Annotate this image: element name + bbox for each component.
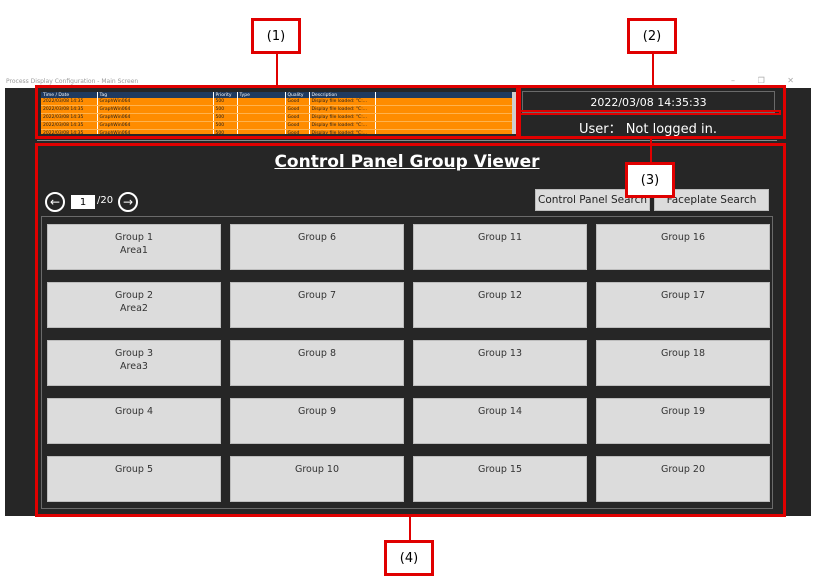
annotation-leader-4 bbox=[409, 516, 411, 540]
annotation-label-2: (2) bbox=[627, 18, 677, 54]
annotation-label-3: (3) bbox=[625, 162, 675, 198]
annotation-leader-3 bbox=[650, 136, 652, 162]
header-divider bbox=[37, 140, 777, 141]
annotation-label-4: (4) bbox=[384, 540, 434, 576]
window-controls[interactable]: – ❐ ✕ bbox=[731, 76, 804, 85]
annotation-leader-1 bbox=[276, 54, 278, 86]
annotation-leader-2 bbox=[652, 54, 654, 86]
annotation-box-4 bbox=[35, 143, 786, 517]
annotation-box-3 bbox=[519, 110, 781, 115]
annotation-label-1: (1) bbox=[251, 18, 301, 54]
annotation-box-1 bbox=[35, 85, 519, 139]
